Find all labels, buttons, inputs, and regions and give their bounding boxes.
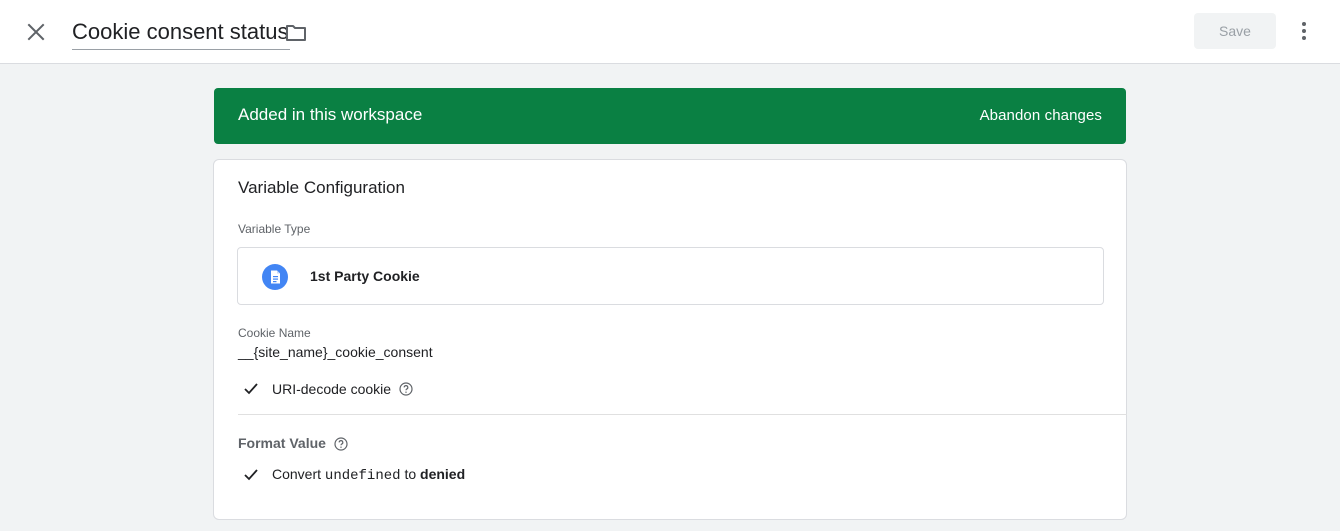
more-vert-icon	[1302, 22, 1306, 40]
section-divider	[238, 414, 1127, 415]
cookie-name-label: Cookie Name	[238, 326, 311, 340]
variable-type-selector[interactable]: 1st Party Cookie	[237, 247, 1104, 305]
folder-icon	[286, 25, 306, 41]
format-value-label: Format Value	[238, 435, 326, 451]
abandon-changes-button[interactable]: Abandon changes	[980, 107, 1102, 125]
more-options-button[interactable]	[1290, 17, 1318, 45]
close-icon	[27, 23, 45, 41]
workspace-status-banner: Added in this workspace Abandon changes	[214, 88, 1126, 144]
top-bar: Cookie consent status Save	[0, 0, 1340, 64]
document-icon	[262, 264, 288, 290]
banner-message: Added in this workspace	[238, 105, 423, 124]
convert-undefined-option: Convert undefined to denied	[244, 465, 465, 485]
format-value-section: Format Value	[238, 435, 348, 452]
variable-title[interactable]: Cookie consent status	[72, 16, 291, 50]
convert-target: denied	[420, 465, 466, 482]
convert-code: undefined	[324, 467, 401, 484]
folder-button[interactable]	[282, 19, 310, 47]
help-icon[interactable]	[399, 382, 413, 396]
convert-undefined-text: Convert undefined to denied	[272, 466, 465, 485]
variable-type-value: 1st Party Cookie	[310, 268, 420, 284]
convert-mid: to	[404, 465, 417, 482]
uri-decode-option: URI-decode cookie	[244, 379, 413, 399]
check-icon	[244, 381, 260, 397]
convert-prefix: Convert	[272, 465, 322, 482]
close-button[interactable]	[18, 14, 54, 50]
variable-type-label: Variable Type	[238, 222, 311, 236]
save-button[interactable]: Save	[1194, 13, 1276, 49]
card-title: Variable Configuration	[238, 178, 405, 197]
cookie-name-value: __{site_name}_cookie_consent	[238, 344, 433, 360]
uri-decode-label: URI-decode cookie	[272, 380, 392, 397]
check-icon	[244, 467, 260, 483]
help-icon[interactable]	[334, 436, 348, 451]
variable-configuration-card: Variable Configuration Variable Type 1st…	[213, 159, 1127, 520]
